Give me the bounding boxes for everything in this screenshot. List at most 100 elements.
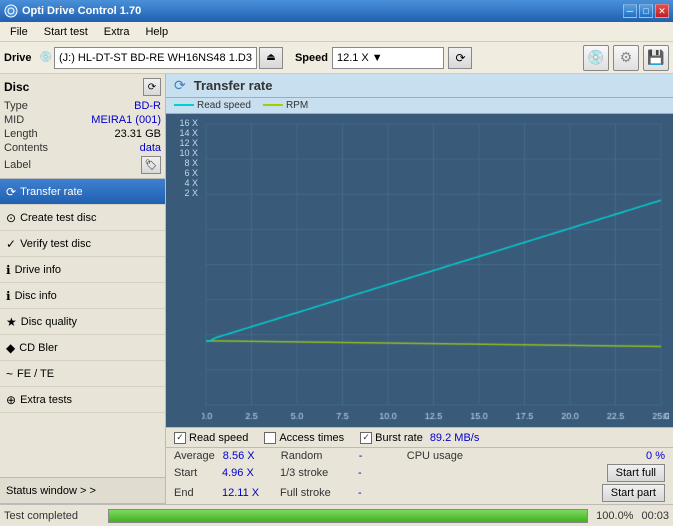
drive-eject-btn[interactable]: ⏏ <box>259 47 283 69</box>
legend-read-speed-label: Read speed <box>197 100 251 111</box>
full-stroke-val: - <box>358 487 398 499</box>
disc-refresh-btn[interactable]: ⟳ <box>143 78 161 96</box>
access-times-cb-label: Access times <box>279 432 344 444</box>
start-label: Start <box>174 467 214 479</box>
nav-disc-info[interactable]: ℹ Disc info <box>0 283 165 309</box>
nav-extra-tests[interactable]: ⊕ Extra tests <box>0 387 165 413</box>
disc-length-val: 23.31 GB <box>115 128 161 140</box>
save-icon-btn[interactable]: 💾 <box>643 45 669 71</box>
nav-drive-info[interactable]: ℹ Drive info <box>0 257 165 283</box>
nav-transfer-rate-label: Transfer rate <box>20 186 83 198</box>
chart-wrapper: 16 X 14 X 12 X 10 X 8 X 6 X 4 X 2 X <box>166 114 673 427</box>
read-speed-color <box>174 104 194 106</box>
cd-bler-icon: ◆ <box>6 341 15 355</box>
disc-mid-val: MEIRA1 (001) <box>91 114 161 126</box>
stats-row-3: End 12.11 X Full stroke - Start part <box>174 484 665 502</box>
transfer-rate-chart <box>202 118 669 423</box>
access-times-cb-box[interactable] <box>264 432 276 444</box>
checkboxes-bar: Read speed Access times Burst rate 89.2 … <box>166 427 673 447</box>
close-btn[interactable]: ✕ <box>655 4 669 18</box>
legend-rpm-label: RPM <box>286 100 308 111</box>
nav-disc-info-label: Disc info <box>15 290 57 302</box>
read-speed-checkbox[interactable]: Read speed <box>174 432 248 444</box>
burst-rate-value: 89.2 MB/s <box>430 432 480 444</box>
nav-fe-te[interactable]: ~ FE / TE <box>0 361 165 387</box>
menu-bar: File Start test Extra Help <box>0 22 673 42</box>
chart-icon: ⟳ <box>174 77 186 94</box>
window-controls: ─ □ ✕ <box>623 4 669 18</box>
nav-drive-info-label: Drive info <box>15 264 61 276</box>
drive-select[interactable]: (J:) HL-DT-ST BD-RE WH16NS48 1.D3 <box>54 47 257 69</box>
nav-items: ⟳ Transfer rate ⊙ Create test disc ✓ Ver… <box>0 179 165 477</box>
status-window-btn[interactable]: Status window > > <box>0 478 165 504</box>
maximize-btn[interactable]: □ <box>639 4 653 18</box>
rpm-color <box>263 104 283 106</box>
menu-help[interactable]: Help <box>137 24 176 40</box>
drive-bar: Drive 💿 (J:) HL-DT-ST BD-RE WH16NS48 1.D… <box>0 42 673 74</box>
title-bar: Opti Drive Control 1.70 ─ □ ✕ <box>0 0 673 22</box>
settings-icon-btn[interactable]: ⚙ <box>613 45 639 71</box>
transfer-rate-icon: ⟳ <box>6 185 16 199</box>
disc-label-key: Label <box>4 159 31 171</box>
sidebar: Disc ⟳ Type BD-R MID MEIRA1 (001) Length… <box>0 74 166 504</box>
cpu-label: CPU usage <box>407 450 487 462</box>
verify-test-disc-icon: ✓ <box>6 237 16 251</box>
stats-bar: Average 8.56 X Random - CPU usage 0 % St… <box>166 447 673 504</box>
status-window-label: Status window > > <box>6 485 96 497</box>
progress-bar <box>108 509 588 523</box>
disc-label-btn[interactable]: 🏷 <box>141 156 161 174</box>
nav-extra-tests-label: Extra tests <box>20 394 72 406</box>
start-part-button[interactable]: Start part <box>602 484 665 502</box>
nav-transfer-rate[interactable]: ⟳ Transfer rate <box>0 179 165 205</box>
stats-row-2: Start 4.96 X 1/3 stroke - Start full <box>174 464 665 482</box>
access-times-checkbox[interactable]: Access times <box>264 432 344 444</box>
one-third-val: - <box>358 467 398 479</box>
progress-bar-fill <box>109 510 587 522</box>
start-val: 4.96 X <box>222 467 272 479</box>
disc-type-key: Type <box>4 100 28 112</box>
nav-cd-bler-label: CD Bler <box>19 342 58 354</box>
end-label: End <box>174 487 214 499</box>
random-val: - <box>359 450 399 462</box>
burst-rate-checkbox[interactable]: Burst rate 89.2 MB/s <box>360 432 479 444</box>
progress-percent: 100.0% <box>596 510 633 522</box>
speed-select[interactable]: 12.1 X ▼ <box>332 47 445 69</box>
menu-start-test[interactable]: Start test <box>36 24 96 40</box>
full-stroke-label: Full stroke <box>280 487 350 499</box>
start-full-button[interactable]: Start full <box>607 464 665 482</box>
elapsed-time: 00:03 <box>641 510 669 522</box>
minimize-btn[interactable]: ─ <box>623 4 637 18</box>
nav-verify-test-disc[interactable]: ✓ Verify test disc <box>0 231 165 257</box>
extra-tests-icon: ⊕ <box>6 393 16 407</box>
speed-refresh-btn[interactable]: ⟳ <box>448 47 472 69</box>
disc-contents-val: data <box>140 142 161 154</box>
nav-cd-bler[interactable]: ◆ CD Bler <box>0 335 165 361</box>
chart-header: ⟳ Transfer rate <box>166 74 673 98</box>
cpu-val: 0 % <box>495 450 665 462</box>
read-speed-cb-box[interactable] <box>174 432 186 444</box>
disc-mid-key: MID <box>4 114 24 126</box>
main-layout: Disc ⟳ Type BD-R MID MEIRA1 (001) Length… <box>0 74 673 504</box>
random-label: Random <box>281 450 351 462</box>
menu-file[interactable]: File <box>2 24 36 40</box>
menu-extra[interactable]: Extra <box>96 24 138 40</box>
one-third-label: 1/3 stroke <box>280 467 350 479</box>
status-bar: Test completed 100.0% 00:03 <box>0 504 673 526</box>
disc-icon-btn[interactable]: 💿 <box>583 45 609 71</box>
chart-title: Transfer rate <box>194 78 273 93</box>
drive-info-icon: ℹ <box>6 263 11 277</box>
nav-disc-quality[interactable]: ★ Disc quality <box>0 309 165 335</box>
app-icon <box>4 4 18 18</box>
disc-contents-key: Contents <box>4 142 48 154</box>
nav-create-test-disc-label: Create test disc <box>20 212 96 224</box>
nav-disc-quality-label: Disc quality <box>21 316 77 328</box>
nav-create-test-disc[interactable]: ⊙ Create test disc <box>0 205 165 231</box>
drive-label: Drive <box>4 52 32 64</box>
burst-rate-cb-box[interactable] <box>360 432 372 444</box>
average-label: Average <box>174 450 215 462</box>
nav-fe-te-label: FE / TE <box>17 368 54 380</box>
content-area: ⟳ Transfer rate Read speed RPM 16 X 14 X… <box>166 74 673 504</box>
legend-read-speed: Read speed <box>174 100 251 111</box>
status-text: Test completed <box>4 510 104 522</box>
app-title: Opti Drive Control 1.70 <box>22 5 141 17</box>
